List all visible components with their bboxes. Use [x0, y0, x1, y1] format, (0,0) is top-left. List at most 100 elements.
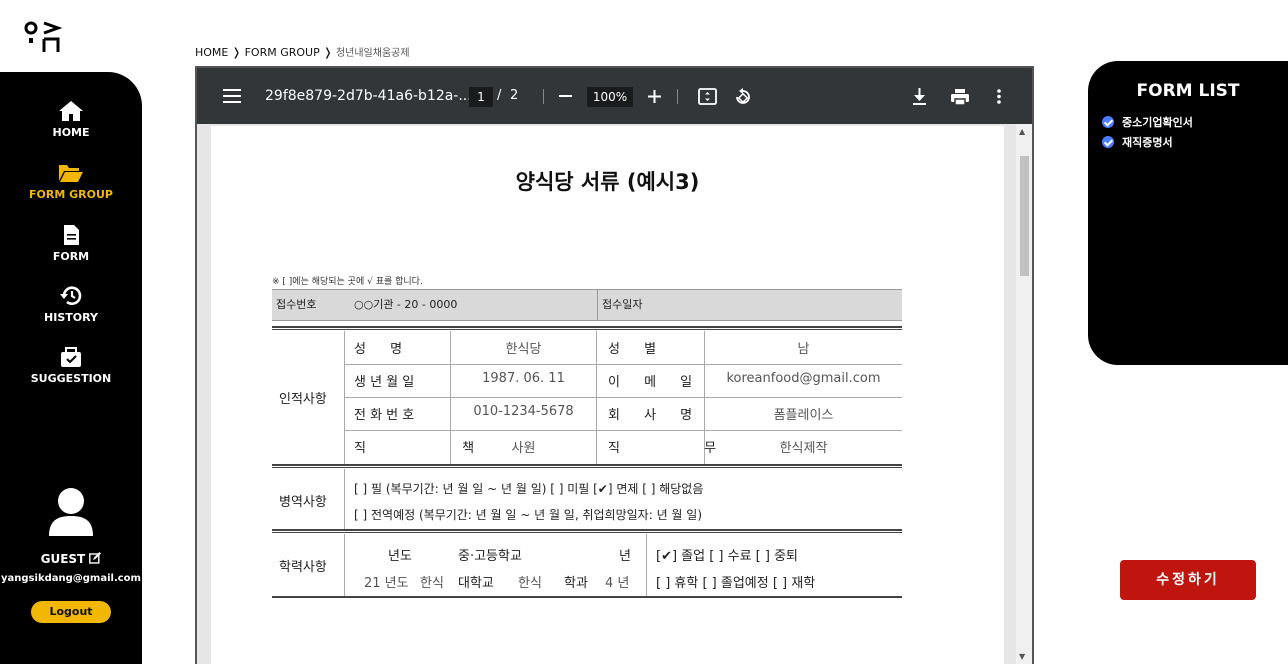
form-list-item[interactable]: 재직증명서	[1102, 134, 1173, 150]
company-label: 회 사 명	[608, 408, 703, 423]
divider	[646, 534, 647, 596]
edu-year-label: 년도	[388, 549, 412, 564]
check-circle-icon	[1102, 136, 1114, 148]
form-list-item-label: 재직증명서	[1122, 136, 1173, 149]
sidebar: HOME FORM GROUP FORM HISTORY SUGGESTION …	[0, 72, 142, 664]
edu-status-2: [ ] 휴학 [ ] 졸업예정 [ ] 재학	[656, 576, 816, 591]
section-label-personal: 인적사항	[279, 392, 327, 407]
gender-label: 성 별	[608, 342, 667, 357]
phone-label: 전 화 번 호	[354, 408, 415, 423]
pdf-page: 양식당 서류 (예시3) ※ [ ]에는 해당되는 곳에 √ 표를 합니다. 접…	[211, 126, 1004, 664]
divider	[344, 397, 902, 398]
breadcrumb: HOME ❭ FORM GROUP ❭ 청년내일채움공제	[195, 44, 410, 59]
section-divider	[272, 464, 902, 468]
edit-button[interactable]: 수정하기	[1120, 560, 1256, 600]
form-list-item-label: 중소기업확인서	[1122, 116, 1193, 129]
divider	[344, 534, 345, 596]
military-line-2: [ ] 전역예정 (복무기간: 년 월 일 ~ 년 월 일, 취업희망일자: 년…	[354, 508, 703, 522]
rotate-icon[interactable]	[734, 87, 752, 106]
document-icon	[64, 225, 79, 245]
email-label: 이 메 일	[608, 375, 703, 390]
print-icon[interactable]	[951, 89, 969, 105]
divider	[344, 469, 345, 529]
edu-major-label: 학과	[564, 576, 588, 591]
scroll-up-arrow[interactable]: ▲	[1019, 127, 1025, 136]
edu-status-1: [✔] 졸업 [ ] 수료 [ ] 중퇴	[656, 549, 799, 564]
breadcrumb-group[interactable]: FORM GROUP	[245, 46, 320, 59]
breadcrumb-current: 청년내일채움공제	[335, 48, 410, 59]
logout-button[interactable]: Logout	[31, 601, 111, 623]
company-value: 폼플레이스	[773, 408, 834, 423]
breadcrumb-home[interactable]: HOME	[195, 46, 228, 59]
app-logo[interactable]	[24, 20, 64, 56]
zoom-in-icon[interactable]	[648, 90, 661, 103]
download-icon[interactable]	[912, 88, 927, 105]
more-options-icon[interactable]	[997, 89, 1001, 104]
section-label-military: 병역사항	[279, 495, 327, 510]
name-label: 성 명	[354, 342, 413, 357]
user-name-text: GUEST	[40, 552, 86, 566]
divider	[344, 364, 902, 365]
section-divider	[272, 596, 902, 598]
pdf-filename: 29f8e879-2d7b-41a6-b12a-...	[265, 88, 472, 104]
email-value: koreanfood@gmail.com	[726, 371, 881, 386]
check-circle-icon	[1102, 116, 1114, 128]
registration-row: 접수번호 ○○기관 - 20 - 0000 접수일자	[272, 289, 902, 321]
edu-school-label: 중·고등학교	[458, 549, 522, 564]
reg-date-label: 접수일자	[602, 298, 643, 311]
home-icon	[59, 101, 83, 121]
edu-value-2: 한식	[518, 576, 542, 591]
sidebar-item-label: FORM GROUP	[29, 188, 113, 201]
page-separator: /	[497, 88, 502, 103]
user-name: GUEST	[0, 552, 142, 566]
reg-no-value: ○○기관 - 20 - 0000	[354, 298, 458, 311]
section-label-education: 학력사항	[279, 560, 327, 575]
user-email: yangsikdang@gmail.com	[1, 573, 141, 584]
gender-value: 남	[797, 342, 810, 357]
sidebar-item-home[interactable]: HOME	[0, 100, 142, 139]
form-list-panel: FORM LIST 중소기업확인서 재직증명서	[1088, 61, 1288, 365]
sidebar-item-label: SUGGESTION	[30, 372, 112, 385]
form-list-item[interactable]: 중소기업확인서	[1102, 114, 1193, 130]
birth-label: 생 년 월 일	[354, 375, 415, 390]
toolbar-divider	[543, 89, 544, 104]
phone-value: 010-1234-5678	[473, 404, 574, 419]
section-divider	[272, 529, 902, 533]
position-value: 사원	[511, 441, 536, 456]
form-list-title: FORM LIST	[1136, 81, 1240, 101]
scrollbar[interactable]: ▲ ▼	[1016, 124, 1032, 664]
sidebar-item-label: HISTORY	[44, 311, 98, 324]
edu-value-1: 한식	[420, 576, 444, 591]
pdf-viewer: 29f8e879-2d7b-41a6-b12a-... 1 / 2 100% ▲…	[195, 66, 1034, 664]
duty-value: 한식제작	[779, 441, 828, 456]
chevron-right-icon: ❭	[231, 46, 245, 59]
section-divider	[272, 326, 902, 330]
divider	[344, 430, 902, 431]
sidebar-item-suggestion[interactable]: SUGGESTION	[0, 346, 142, 385]
zoom-level[interactable]: 100%	[587, 87, 633, 107]
suggestion-icon	[61, 347, 81, 367]
military-line-1: [ ] 필 (복무기간: 년 월 일 ~ 년 월 일) [ ] 미필 [✔] 면…	[354, 482, 704, 496]
fit-page-icon[interactable]	[698, 88, 717, 105]
page-total: 2	[510, 88, 519, 103]
sidebar-item-form-group[interactable]: FORM GROUP	[0, 162, 142, 201]
edit-icon[interactable]	[89, 552, 102, 564]
document-title: 양식당 서류 (예시3)	[515, 170, 700, 194]
birth-value: 1987. 06. 11	[482, 371, 565, 386]
edu-university-label: 대학교	[458, 576, 494, 591]
sidebar-item-label: FORM	[52, 250, 90, 263]
name-value: 한식당	[505, 342, 542, 357]
sidebar-item-history[interactable]: HISTORY	[0, 285, 142, 324]
scroll-down-arrow[interactable]: ▼	[1019, 652, 1025, 661]
document-note: ※ [ ]에는 해당되는 곳에 √ 표를 합니다.	[272, 277, 423, 287]
page-number-input[interactable]: 1	[469, 87, 493, 107]
avatar	[49, 488, 93, 536]
scrollbar-thumb[interactable]	[1020, 156, 1029, 276]
sidebar-item-form[interactable]: FORM	[0, 224, 142, 263]
divider	[597, 290, 598, 320]
pdf-toolbar: 29f8e879-2d7b-41a6-b12a-... 1 / 2 100%	[197, 68, 1032, 124]
chevron-right-icon: ❭	[323, 46, 336, 59]
menu-icon[interactable]	[223, 89, 241, 103]
edu-year-value: 21 년도	[364, 576, 409, 591]
zoom-out-icon[interactable]	[559, 95, 572, 97]
